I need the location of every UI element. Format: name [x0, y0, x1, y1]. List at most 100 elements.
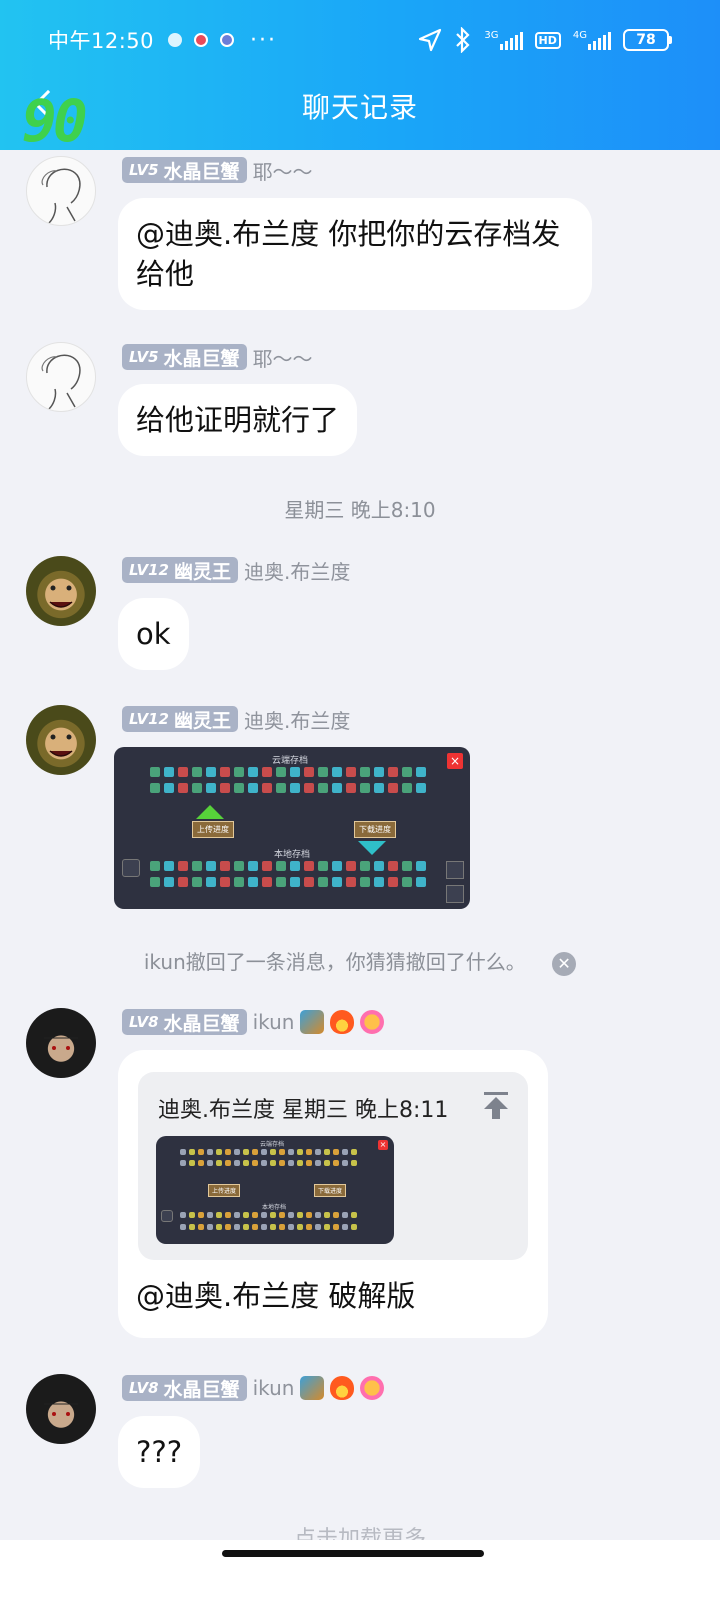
game-slot-icon [276, 767, 286, 777]
game-slot-icon [189, 1224, 195, 1230]
game-slot-icon [234, 767, 244, 777]
game-slot-icon [243, 1212, 249, 1218]
game-slot-icon [164, 767, 174, 777]
top-header: 中午12:50 ··· 3G HD 4G 78 聊天记录 90 [0, 0, 720, 150]
close-icon[interactable]: ✕ [552, 951, 577, 976]
game-slot-icon [388, 767, 398, 777]
game-top-label: 云端存档 [272, 756, 309, 766]
game-slot-icon [216, 1212, 222, 1218]
flower-emoji-icon [360, 1010, 385, 1034]
game-slot-icon [262, 861, 272, 871]
message-text: ??? [136, 1435, 183, 1469]
message-bubble[interactable]: ok [118, 598, 189, 670]
netease-music-icon [194, 33, 209, 47]
home-indicator[interactable] [222, 1550, 484, 1557]
game-slot-icon [416, 861, 426, 871]
game-slot-row [180, 1149, 357, 1155]
sketch-avatar-image [41, 354, 81, 410]
message-bubble[interactable]: 给他证明就行了 [118, 384, 358, 456]
game-slot-icon [306, 1212, 312, 1218]
game-slot-icon [315, 1224, 321, 1230]
sender-nickname: ikun [252, 1010, 295, 1034]
game-slot-icon [225, 1212, 231, 1218]
game-slot-icon [225, 1224, 231, 1230]
game-slot-icon [332, 861, 342, 871]
quoted-reply-card[interactable]: 迪奥.布兰度 星期三 晚上8:11 云端存档 × 上传进度 下载进度 本地存档 [138, 1072, 528, 1260]
recall-text: ikun撤回了一条消息，你猜猜撤回了什么。 [143, 950, 526, 974]
game-slot-icon [279, 1149, 285, 1155]
game-slot-icon [342, 1224, 348, 1230]
game-slot-icon [276, 783, 286, 793]
avatar[interactable] [26, 556, 96, 626]
page-title: 聊天记录 [301, 91, 418, 124]
game-slot-icon [270, 1212, 276, 1218]
game-slot-row [180, 1224, 357, 1230]
game-slot-icon [416, 783, 426, 793]
game-slot-icon [333, 1212, 339, 1218]
game-slot-icon [306, 1160, 312, 1166]
status-right-group: 3G HD 4G 78 [418, 27, 672, 53]
game-slot-icon [342, 1160, 348, 1166]
quoted-image[interactable]: 云端存档 × 上传进度 下载进度 本地存档 [156, 1136, 394, 1244]
game-slot-icon [324, 1149, 330, 1155]
game-side-icon [446, 861, 464, 879]
jump-to-top-icon[interactable] [484, 1092, 510, 1120]
game-slot-icon [225, 1160, 231, 1166]
battery-level: 78 [623, 29, 669, 51]
game-slot-icon [192, 861, 202, 871]
game-slot-icon [288, 1224, 294, 1230]
status-bar: 中午12:50 ··· 3G HD 4G 78 [0, 22, 720, 58]
bluetooth-icon [456, 27, 470, 53]
message-bubble[interactable]: @迪奥.布兰度 你把你的云存档发 给他 [118, 198, 592, 310]
game-slot-icon [270, 1149, 276, 1155]
avatar[interactable] [26, 342, 96, 412]
game-slot-icon [324, 1224, 330, 1230]
game-slot-icon [178, 861, 188, 871]
game-slot-icon [297, 1224, 303, 1230]
game-slot-icon [206, 783, 216, 793]
game-slot-icon [351, 1224, 357, 1230]
load-more-link[interactable]: 点击加载更多 [0, 1526, 720, 1540]
game-slot-icon [279, 1212, 285, 1218]
game-slot-icon [306, 1224, 312, 1230]
game-slot-icon [416, 767, 426, 777]
game-slot-icon [180, 1212, 186, 1218]
upload-arrow-icon [196, 805, 224, 819]
nav-bar: 聊天记录 [0, 80, 720, 132]
game-slot-icon [192, 767, 202, 777]
game-slot-row [150, 877, 426, 887]
game-slot-icon [388, 877, 398, 887]
game-slot-icon [318, 767, 328, 777]
game-slot-icon [262, 877, 272, 887]
image-message[interactable]: 云端存档 × 上传进度 下载进度 本地存档 [114, 747, 470, 909]
avatar[interactable] [26, 1374, 96, 1444]
message-text: 给他证明就行了 [136, 403, 340, 437]
game-upload-button: 上传进度 [192, 821, 234, 838]
game-slot-icon [234, 1149, 240, 1155]
game-slot-icon [198, 1149, 204, 1155]
message-text: ok [136, 617, 171, 651]
message-text: @迪奥.布兰度 破解版 [136, 1279, 416, 1313]
dio-avatar-image [49, 734, 73, 757]
message-bubble[interactable]: ??? [118, 1416, 201, 1488]
game-slot-icon [248, 861, 258, 871]
game-slot-icon [206, 861, 216, 871]
avatar[interactable] [26, 1008, 96, 1078]
app-notification-icon [220, 33, 235, 47]
level-badge: LV8 水晶巨蟹 [122, 1375, 247, 1401]
game-slot-icon [297, 1149, 303, 1155]
game-slot-icon [248, 767, 258, 777]
game-slot-icon [290, 877, 300, 887]
game-slot-icon [192, 783, 202, 793]
sketch-avatar-image [41, 168, 81, 224]
avatar[interactable] [26, 705, 96, 775]
game-slot-icon [243, 1160, 249, 1166]
game-slot-icon [351, 1212, 357, 1218]
game-slot-icon [180, 1149, 186, 1155]
level-badge: LV12 幽灵王 [122, 706, 238, 732]
game-bottom-label: 本地存档 [262, 1204, 287, 1211]
game-slot-icon [276, 861, 286, 871]
sender-info: LV5 水晶巨蟹 耶～～ [122, 156, 313, 184]
avatar[interactable] [26, 156, 96, 226]
sender-nickname: 耶～～ [252, 159, 313, 184]
